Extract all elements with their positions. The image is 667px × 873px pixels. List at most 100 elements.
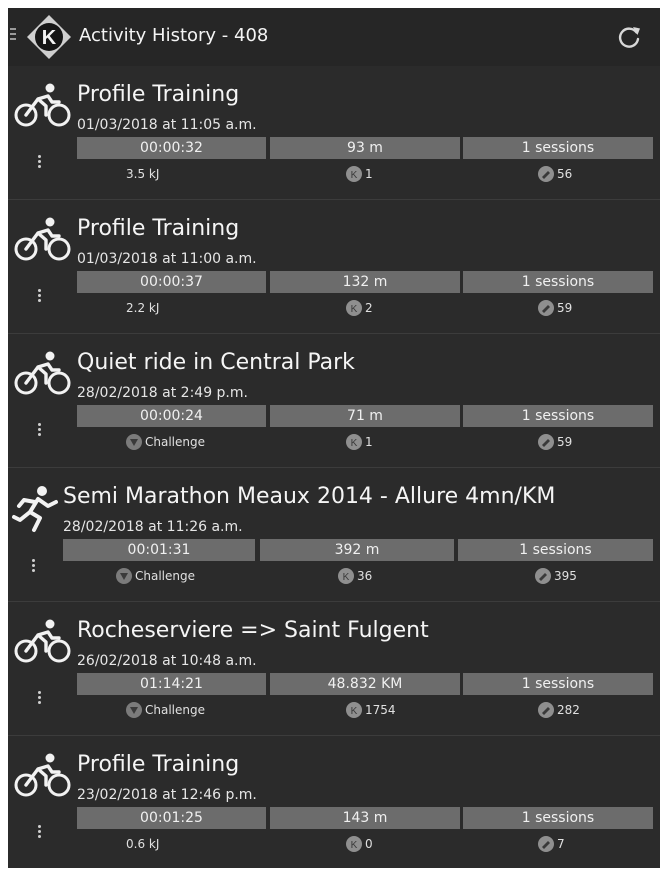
activity-item[interactable]: Quiet ride in Central Park 28/02/2018 at…	[8, 334, 660, 468]
activity-date: 28/02/2018 at 11:26 a.m.	[63, 519, 243, 535]
activity-date: 01/03/2018 at 11:05 a.m.	[77, 117, 257, 133]
metric-b: 56	[538, 164, 572, 184]
cycling-icon	[14, 619, 71, 663]
metric-a: K 1	[346, 164, 373, 184]
metric-b-icon	[538, 836, 554, 852]
sessions-box: 1 sessions	[463, 137, 653, 159]
distance-box: 71 m	[270, 405, 460, 427]
metric-b-icon	[538, 300, 554, 316]
metric-b-value: 282	[557, 703, 580, 717]
metric-b-value: 59	[557, 301, 573, 315]
duration-box: 00:00:32	[77, 137, 266, 159]
challenge-icon	[126, 434, 142, 450]
more-options-icon[interactable]	[38, 691, 42, 707]
metric-b: 282	[538, 700, 580, 720]
activity-detail: 0.6 kJ	[126, 834, 159, 854]
activity-detail: Challenge	[126, 700, 205, 720]
metric-b-icon	[538, 166, 554, 182]
activity-title: Quiet ride in Central Park	[77, 350, 355, 375]
sessions-box: 1 sessions	[458, 539, 653, 561]
activity-date: 23/02/2018 at 12:46 p.m.	[77, 787, 257, 803]
sessions-box: 1 sessions	[463, 271, 653, 293]
distance-box: 93 m	[270, 137, 460, 159]
detail-text: Challenge	[145, 435, 205, 449]
more-options-icon[interactable]	[38, 155, 42, 171]
cycling-icon	[14, 753, 71, 797]
more-options-icon[interactable]	[38, 825, 42, 841]
distance-box: 143 m	[270, 807, 460, 829]
metric-a: K 36	[338, 566, 372, 586]
metric-b-value: 7	[557, 837, 565, 851]
distance-box: 132 m	[270, 271, 460, 293]
metric-a-value: 1754	[365, 703, 396, 717]
metric-b: 395	[535, 566, 577, 586]
activity-detail: 2.2 kJ	[126, 298, 159, 318]
more-options-icon[interactable]	[38, 423, 42, 439]
activity-date: 28/02/2018 at 2:49 p.m.	[77, 385, 248, 401]
distance-box: 392 m	[260, 539, 454, 561]
distance-box: 48.832 KM	[270, 673, 460, 695]
activity-title: Rocheserviere => Saint Fulgent	[77, 618, 429, 643]
duration-box: 00:01:25	[77, 807, 266, 829]
svg-text:K: K	[351, 438, 358, 449]
page-title: Activity History - 408	[79, 25, 269, 46]
metric-b-icon	[538, 702, 554, 718]
activity-detail: Challenge	[126, 432, 205, 452]
activity-detail: 3.5 kJ	[126, 164, 159, 184]
activity-item[interactable]: Rocheserviere => Saint Fulgent 26/02/201…	[8, 602, 660, 736]
cycling-icon	[14, 351, 71, 395]
svg-text:K: K	[351, 304, 358, 315]
duration-box: 01:14:21	[77, 673, 266, 695]
metric-b: 59	[538, 298, 572, 318]
activity-item[interactable]: Profile Training 23/02/2018 at 12:46 p.m…	[8, 736, 660, 868]
metric-b-icon	[538, 434, 554, 450]
metric-a: K 1	[346, 432, 373, 452]
metric-a-icon: K	[346, 166, 362, 182]
duration-box: 00:00:24	[77, 405, 266, 427]
more-options-icon[interactable]	[38, 289, 42, 305]
activity-item[interactable]: Profile Training 01/03/2018 at 11:05 a.m…	[8, 66, 660, 200]
activity-title: Profile Training	[77, 752, 240, 777]
metric-a-value: 1	[365, 167, 373, 181]
metric-a: K 2	[346, 298, 373, 318]
challenge-icon	[126, 702, 142, 718]
activity-title: Semi Marathon Meaux 2014 - Allure 4mn/KM	[63, 484, 556, 509]
detail-text: Challenge	[135, 569, 195, 583]
refresh-icon[interactable]	[616, 24, 642, 50]
metric-a-value: 1	[365, 435, 373, 449]
metric-a-icon: K	[346, 702, 362, 718]
metric-b: 59	[538, 432, 572, 452]
app-logo[interactable]: K	[26, 14, 72, 60]
metric-b-icon	[535, 568, 551, 584]
detail-text: 2.2 kJ	[126, 301, 160, 315]
svg-text:K: K	[351, 170, 358, 181]
activity-title: Profile Training	[77, 216, 240, 241]
menu-icon[interactable]	[10, 28, 18, 42]
metric-a-icon: K	[346, 836, 362, 852]
running-icon	[12, 486, 58, 532]
cycling-icon	[14, 217, 71, 261]
logo-letter: K	[42, 27, 57, 49]
metric-b-value: 59	[557, 435, 573, 449]
detail-text: 0.6 kJ	[126, 837, 160, 851]
metric-a-icon: K	[346, 300, 362, 316]
metric-a-icon: K	[346, 434, 362, 450]
duration-box: 00:01:31	[63, 539, 255, 561]
metric-b-value: 56	[557, 167, 573, 181]
cycling-icon	[14, 83, 71, 127]
svg-text:K: K	[351, 840, 358, 851]
metric-a-value: 36	[357, 569, 373, 583]
sessions-box: 1 sessions	[463, 405, 653, 427]
sessions-box: 1 sessions	[463, 673, 653, 695]
detail-text: 3.5 kJ	[126, 167, 160, 181]
detail-text: Challenge	[145, 703, 205, 717]
activity-title: Profile Training	[77, 82, 240, 107]
activity-item[interactable]: Profile Training 01/03/2018 at 11:00 a.m…	[8, 200, 660, 334]
activity-item[interactable]: Semi Marathon Meaux 2014 - Allure 4mn/KM…	[8, 468, 660, 602]
svg-text:K: K	[343, 572, 350, 583]
metric-a: K 1754	[346, 700, 396, 720]
sessions-box: 1 sessions	[463, 807, 653, 829]
activity-date: 26/02/2018 at 10:48 a.m.	[77, 653, 257, 669]
challenge-icon	[116, 568, 132, 584]
more-options-icon[interactable]	[32, 559, 36, 575]
